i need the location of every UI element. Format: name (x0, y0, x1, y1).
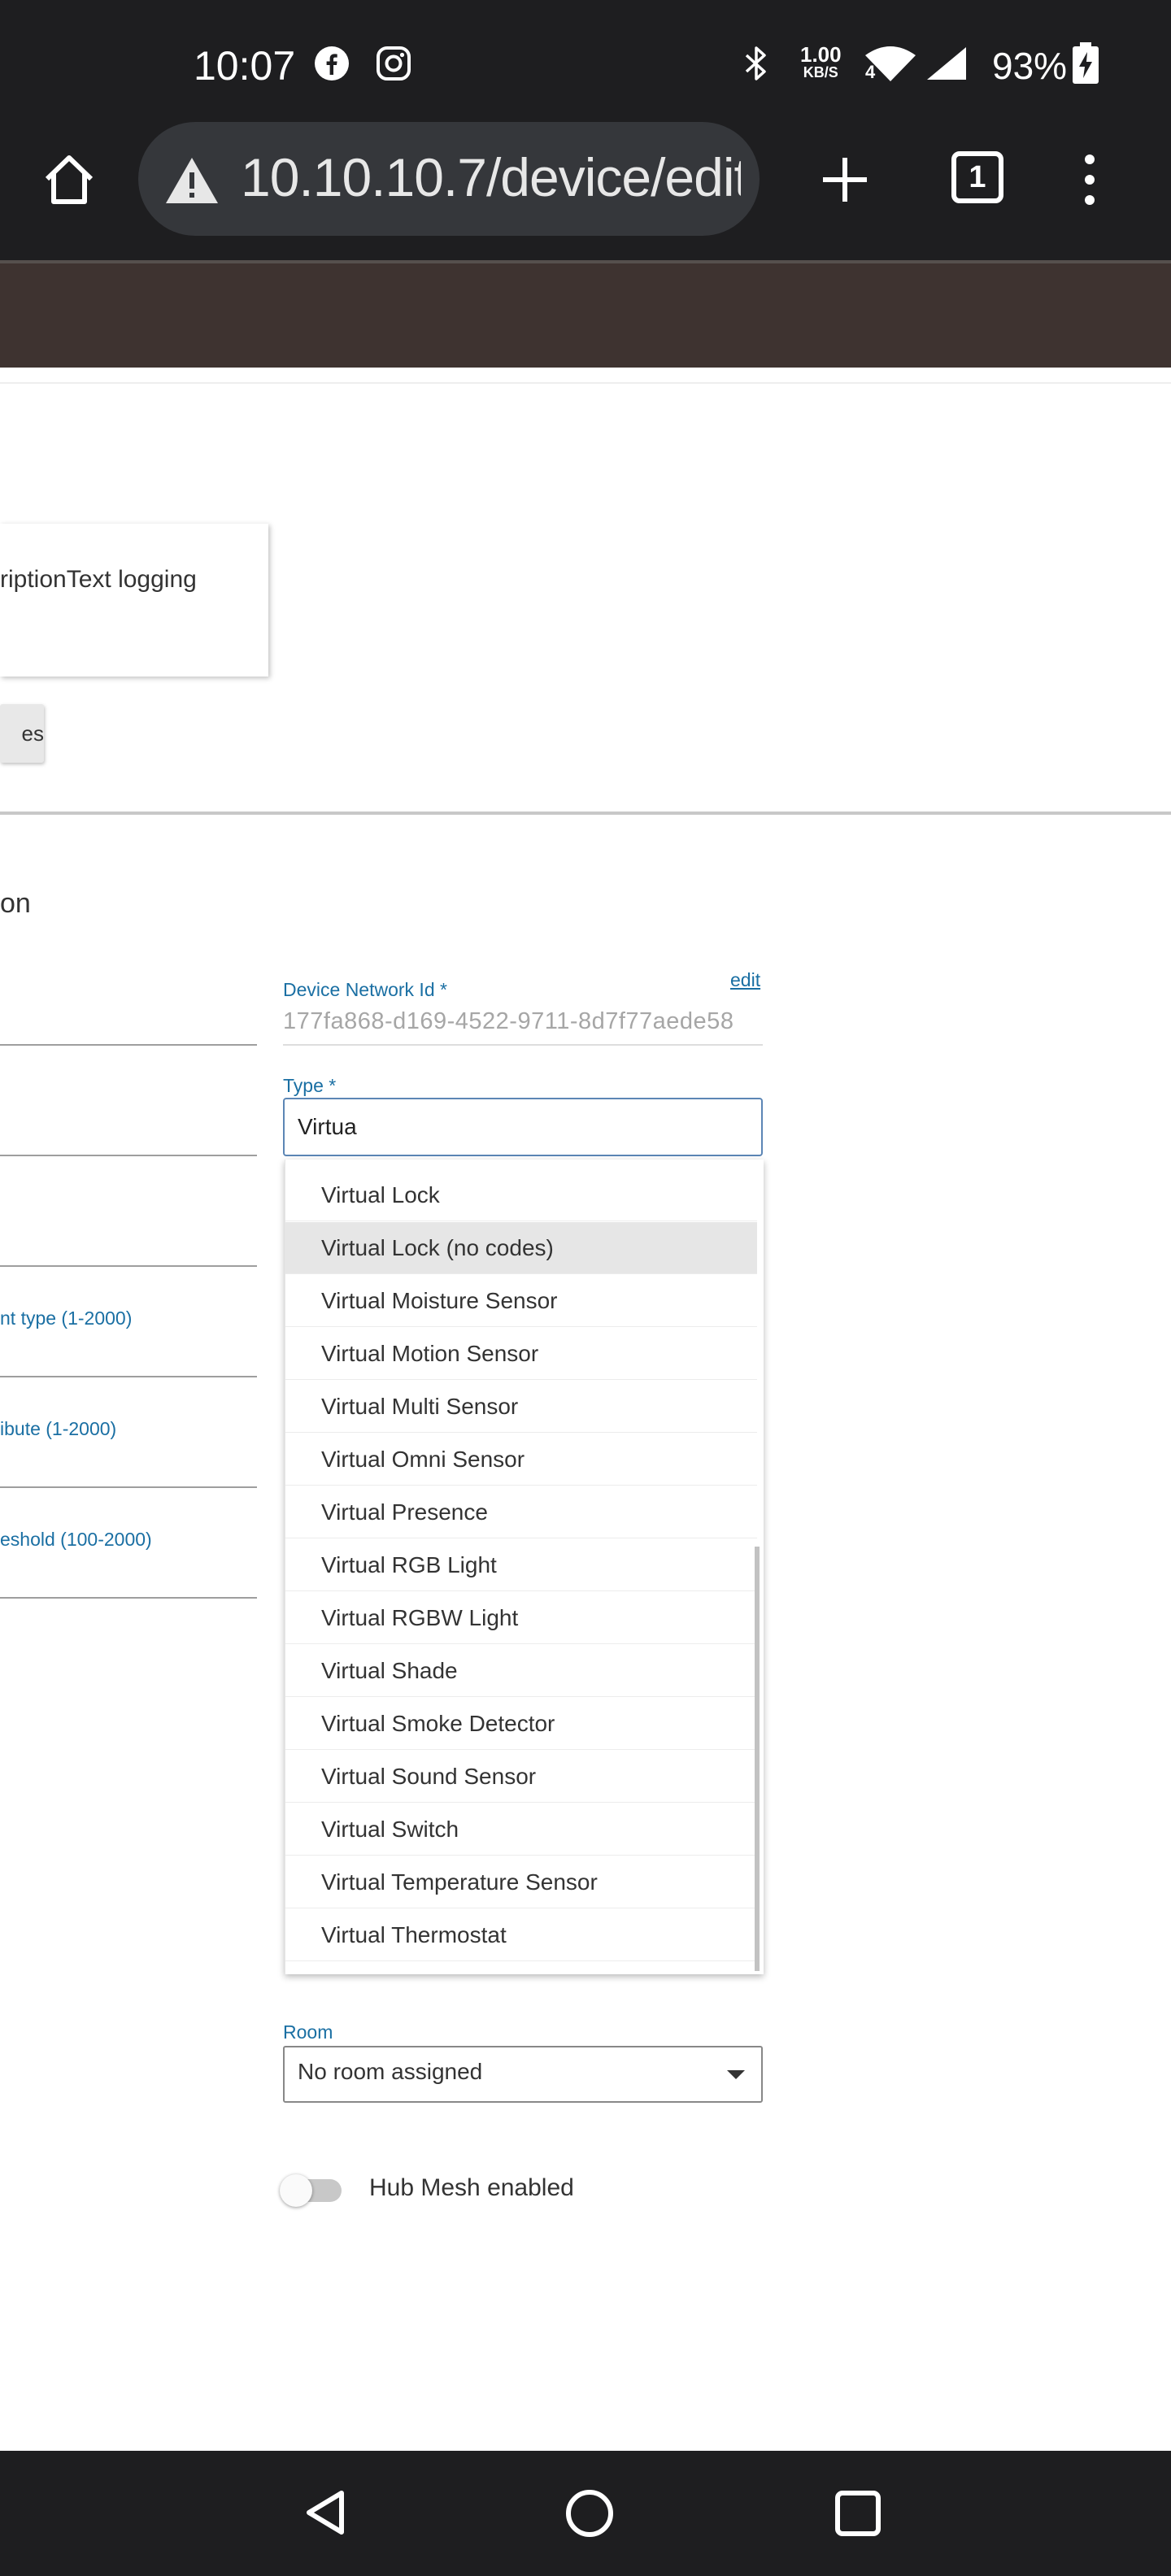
type-option[interactable]: Virtual Lock (285, 1169, 757, 1221)
type-option[interactable]: Virtual Sound Sensor (285, 1751, 757, 1803)
left-field-label: eshold (100-2000) (0, 1529, 152, 1550)
edit-network-id-link[interactable]: edit (730, 969, 760, 991)
type-option[interactable]: Virtual Motion Sensor (285, 1328, 757, 1380)
type-label: Type * (283, 1075, 337, 1096)
network-id-label: Device Network Id * (283, 979, 447, 1000)
type-option[interactable]: Virtual RGBW Light (285, 1592, 757, 1644)
hub-mesh-toggle-knob[interactable] (280, 2174, 312, 2207)
type-option[interactable]: Virtual Switch (285, 1804, 757, 1856)
left-field-underline[interactable] (0, 1597, 257, 1599)
divider (0, 382, 1171, 384)
type-option[interactable]: Virtual Thermostat (285, 1909, 757, 1961)
chevron-down-icon (727, 2070, 745, 2079)
app-header (0, 260, 1171, 368)
more-menu-icon[interactable] (1073, 151, 1106, 208)
battery-charging-icon (1073, 42, 1099, 84)
home-icon[interactable] (41, 151, 98, 208)
url-text[interactable]: 10.10.10.7/device/edit (241, 146, 741, 208)
battery-percent: 93% (992, 45, 1068, 87)
warning-icon[interactable] (164, 156, 220, 205)
type-search-input[interactable] (283, 1098, 763, 1156)
tabs-icon[interactable]: 1 (951, 151, 1003, 203)
left-field-underline[interactable] (0, 1376, 257, 1377)
save-preferences-button[interactable]: es (0, 704, 44, 763)
type-option[interactable]: Virtual Multi Sensor (285, 1381, 757, 1433)
type-option[interactable]: Virtual Shade (285, 1645, 757, 1697)
room-selected-value: No room assigned (298, 2059, 483, 2084)
new-tab-icon[interactable] (816, 151, 873, 208)
logging-card (0, 524, 268, 677)
type-dropdown-list[interactable]: Virtual Lock Virtual Lock (no codes) Vir… (285, 1160, 764, 1974)
hub-mesh-label: Hub Mesh enabled (369, 2174, 574, 2201)
back-icon[interactable] (303, 2488, 348, 2537)
type-option[interactable]: Virtual RGB Light (285, 1539, 757, 1591)
type-option-highlighted[interactable]: Virtual Lock (no codes) (285, 1222, 757, 1274)
network-id-underline (283, 1044, 763, 1046)
recents-icon[interactable] (834, 2490, 882, 2537)
dropdown-scrollbar[interactable] (755, 1547, 760, 1971)
network-speed: 1.00 KB/S (800, 42, 842, 80)
wifi-icon (865, 46, 916, 81)
home-nav-icon[interactable] (564, 2488, 615, 2539)
type-option[interactable]: Virtual Moisture Sensor (285, 1275, 757, 1327)
type-option[interactable]: Virtual Temperature Sensor (285, 1856, 757, 1908)
left-field-underline (0, 1265, 257, 1267)
left-field-underline (0, 1044, 257, 1046)
instagram-icon (377, 46, 411, 80)
room-label: Room (283, 2021, 333, 2043)
logging-option-label[interactable]: riptionText logging (0, 566, 197, 594)
section-divider (0, 812, 1171, 815)
section-title: on (0, 888, 31, 919)
signal-icon (927, 47, 966, 80)
type-option[interactable]: Virtual Omni Sensor (285, 1434, 757, 1486)
left-field-underline[interactable] (0, 1486, 257, 1488)
left-field-underline (0, 1155, 257, 1156)
status-time: 10:07 (194, 43, 296, 89)
network-id-field: 177fa868-d169-4522-9711-8d7f77aede58 (283, 1008, 734, 1034)
facebook-icon (315, 46, 349, 80)
left-field-label: nt type (1-2000) (0, 1308, 133, 1329)
bluetooth-icon (745, 46, 766, 80)
type-option[interactable]: Virtual Smoke Detector (285, 1698, 757, 1750)
type-option[interactable]: Virtual Presence (285, 1486, 757, 1538)
left-field-label: ibute (1-2000) (0, 1418, 117, 1439)
